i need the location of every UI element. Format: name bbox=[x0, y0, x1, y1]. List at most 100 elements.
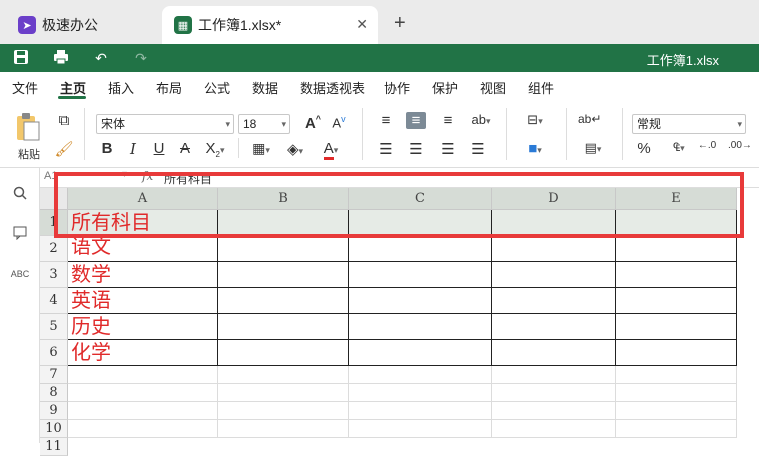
row-header-7[interactable]: 7 bbox=[40, 366, 68, 384]
align-middle-icon[interactable]: ≡ bbox=[406, 112, 426, 129]
spellcheck-icon[interactable]: ABC bbox=[10, 264, 30, 284]
align-center-icon[interactable]: ☰ bbox=[406, 140, 426, 158]
font-color-button[interactable]: A▾ bbox=[318, 140, 344, 160]
cell-c5[interactable] bbox=[349, 314, 492, 340]
row-header-4[interactable]: 4 bbox=[40, 288, 68, 314]
fill-color-icon[interactable]: ◈▾ bbox=[282, 140, 308, 158]
cell-c3[interactable] bbox=[349, 262, 492, 288]
tab-home[interactable]: ➤ 极速办公 bbox=[6, 6, 156, 44]
search-icon[interactable] bbox=[10, 186, 30, 206]
cell-b2[interactable] bbox=[218, 236, 349, 262]
comment-icon[interactable] bbox=[10, 226, 30, 246]
font-name-select[interactable]: 宋体 ▾ bbox=[96, 114, 234, 134]
font-size-select[interactable]: 18 ▾ bbox=[238, 114, 290, 134]
copy-icon[interactable]: ⧉ bbox=[54, 112, 74, 129]
align-top-icon[interactable]: ≡ bbox=[376, 112, 396, 129]
cell-empty[interactable] bbox=[492, 402, 616, 420]
cell-c4[interactable] bbox=[349, 288, 492, 314]
cell-empty[interactable] bbox=[349, 420, 492, 438]
menu-pivot-table[interactable]: 数据透视表 bbox=[300, 78, 365, 97]
decrease-decimal-icon[interactable]: .00→ bbox=[728, 140, 752, 151]
menu-file[interactable]: 文件 bbox=[12, 78, 38, 97]
cell-empty[interactable] bbox=[218, 420, 349, 438]
row-header-3[interactable]: 3 bbox=[40, 262, 68, 288]
cell-e6[interactable] bbox=[616, 340, 737, 366]
row-header-6[interactable]: 6 bbox=[40, 340, 68, 366]
align-left-icon[interactable]: ☰ bbox=[376, 140, 396, 158]
subscript-button[interactable]: X2▾ bbox=[202, 140, 228, 159]
merge-cells-icon[interactable]: ⊟▾ bbox=[518, 112, 552, 128]
cell-d6[interactable] bbox=[492, 340, 616, 366]
cell-e5[interactable] bbox=[616, 314, 737, 340]
currency-format-icon[interactable]: ₠▾ bbox=[664, 140, 694, 154]
format-painter-icon[interactable]: 🖌 bbox=[54, 140, 74, 158]
row-header-8[interactable]: 8 bbox=[40, 384, 68, 402]
menu-components[interactable]: 组件 bbox=[528, 78, 554, 97]
cell-e2[interactable] bbox=[616, 236, 737, 262]
cell-d4[interactable] bbox=[492, 288, 616, 314]
cell-empty[interactable] bbox=[68, 366, 218, 384]
cell-empty[interactable] bbox=[218, 366, 349, 384]
row-header-11[interactable]: 11 bbox=[40, 438, 68, 456]
paste-button-label[interactable]: 粘贴 bbox=[14, 146, 44, 162]
cell-empty[interactable] bbox=[616, 420, 737, 438]
cell-empty[interactable] bbox=[616, 384, 737, 402]
conditional-format-icon[interactable]: ■▾ bbox=[518, 140, 552, 157]
menu-home[interactable]: 主页 bbox=[60, 78, 86, 97]
cell-a2[interactable]: 语文 bbox=[68, 236, 218, 262]
undo-icon[interactable]: ↶ bbox=[92, 49, 110, 67]
menu-view[interactable]: 视图 bbox=[480, 78, 506, 97]
menu-collab[interactable]: 协作 bbox=[384, 78, 410, 97]
number-format-select[interactable]: 常规 ▾ bbox=[632, 114, 746, 134]
cell-b5[interactable] bbox=[218, 314, 349, 340]
cell-a5[interactable]: 历史 bbox=[68, 314, 218, 340]
cell-empty[interactable] bbox=[68, 402, 218, 420]
wrap-text-icon[interactable]: ab↵ bbox=[578, 112, 601, 126]
cell-empty[interactable] bbox=[349, 402, 492, 420]
cell-b6[interactable] bbox=[218, 340, 349, 366]
table-style-icon[interactable]: ▤▾ bbox=[578, 140, 608, 156]
close-icon[interactable]: ✕ bbox=[356, 16, 368, 33]
cell-b3[interactable] bbox=[218, 262, 349, 288]
cell-empty[interactable] bbox=[616, 402, 737, 420]
strikethrough-button[interactable]: A bbox=[176, 140, 194, 157]
menu-formula[interactable]: 公式 bbox=[204, 78, 230, 97]
menu-layout[interactable]: 布局 bbox=[156, 78, 182, 97]
cell-empty[interactable] bbox=[349, 366, 492, 384]
row-header-5[interactable]: 5 bbox=[40, 314, 68, 340]
increase-decimal-icon[interactable]: ←.0 bbox=[696, 140, 718, 151]
cell-empty[interactable] bbox=[68, 384, 218, 402]
underline-button[interactable]: U bbox=[150, 140, 168, 157]
menu-insert[interactable]: 插入 bbox=[108, 78, 134, 97]
decrease-font-icon[interactable]: Av bbox=[328, 114, 350, 130]
cell-d3[interactable] bbox=[492, 262, 616, 288]
save-icon[interactable] bbox=[12, 49, 30, 67]
align-bottom-icon[interactable]: ≡ bbox=[438, 112, 458, 129]
row-header-9[interactable]: 9 bbox=[40, 402, 68, 420]
cell-a4[interactable]: 英语 bbox=[68, 288, 218, 314]
cell-empty[interactable] bbox=[492, 384, 616, 402]
cell-empty[interactable] bbox=[218, 384, 349, 402]
align-right-icon[interactable]: ☰ bbox=[438, 140, 458, 158]
new-tab-button[interactable]: + bbox=[394, 12, 406, 35]
cell-e3[interactable] bbox=[616, 262, 737, 288]
cell-empty[interactable] bbox=[616, 366, 737, 384]
menu-protect[interactable]: 保护 bbox=[432, 78, 458, 97]
tab-workbook[interactable]: ▦ 工作簿1.xlsx* ✕ bbox=[162, 6, 378, 44]
cell-empty[interactable] bbox=[349, 384, 492, 402]
cell-e4[interactable] bbox=[616, 288, 737, 314]
row-header-10[interactable]: 10 bbox=[40, 420, 68, 438]
redo-icon[interactable]: ↷ bbox=[132, 49, 150, 67]
percent-button[interactable]: % bbox=[634, 140, 654, 157]
cell-d5[interactable] bbox=[492, 314, 616, 340]
borders-icon[interactable]: ▦▾ bbox=[248, 140, 274, 157]
menu-data[interactable]: 数据 bbox=[252, 78, 278, 97]
cell-b4[interactable] bbox=[218, 288, 349, 314]
cell-c6[interactable] bbox=[349, 340, 492, 366]
cell-a3[interactable]: 数学 bbox=[68, 262, 218, 288]
cell-empty[interactable] bbox=[218, 402, 349, 420]
text-orientation-icon[interactable]: ab▾ bbox=[466, 112, 496, 127]
align-justify-icon[interactable]: ☰ bbox=[468, 140, 488, 158]
cell-d2[interactable] bbox=[492, 236, 616, 262]
paste-icon[interactable] bbox=[14, 112, 42, 142]
